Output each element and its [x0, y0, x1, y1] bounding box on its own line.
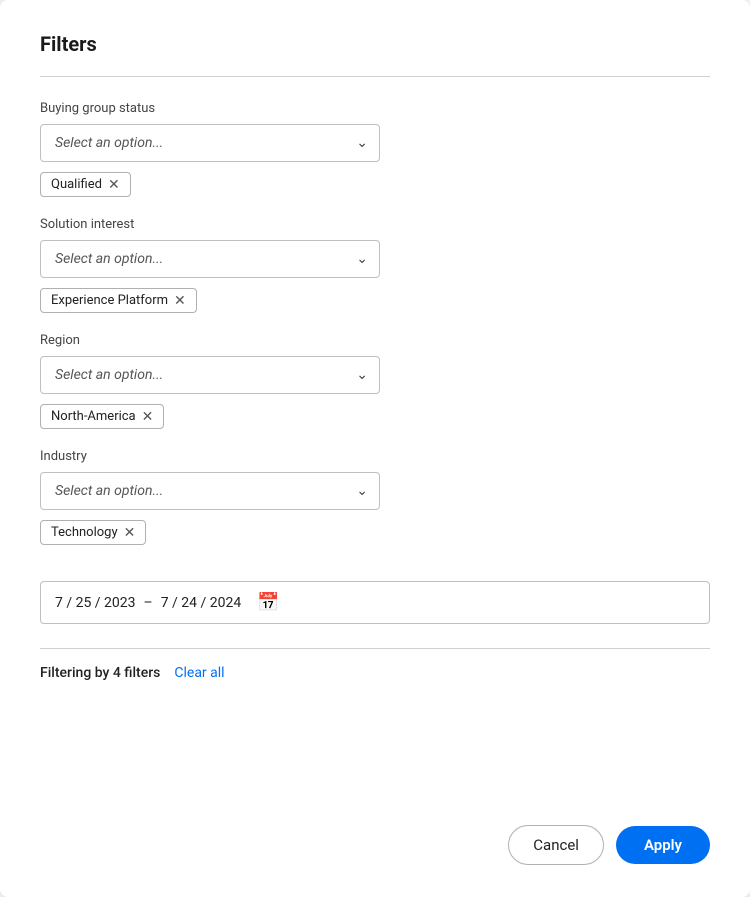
solution-interest-select[interactable]: Select an option...: [40, 240, 380, 278]
buying-group-status-label: Buying group status: [40, 101, 710, 116]
region-label: Region: [40, 333, 710, 348]
solution-interest-label: Solution interest: [40, 217, 710, 232]
qualified-tag: Qualified ✕: [40, 172, 131, 197]
technology-tag-label: Technology: [51, 525, 118, 540]
spacer: [40, 681, 710, 793]
footer-divider: [40, 648, 710, 649]
region-select[interactable]: Select an option...: [40, 356, 380, 394]
date-range-picker[interactable]: 7 / 25 / 2023 – 7 / 24 / 2024 📅: [40, 581, 710, 624]
modal-title: Filters: [40, 32, 710, 56]
region-select-wrapper: Select an option... ⌄: [40, 356, 380, 394]
experience-platform-tag: Experience Platform ✕: [40, 288, 197, 313]
experience-platform-tag-remove[interactable]: ✕: [174, 294, 186, 308]
north-america-tag-remove[interactable]: ✕: [142, 410, 154, 424]
qualified-tag-remove[interactable]: ✕: [108, 178, 120, 192]
apply-button[interactable]: Apply: [616, 826, 710, 864]
industry-select[interactable]: Select an option...: [40, 472, 380, 510]
date-range-separator: –: [144, 595, 153, 611]
technology-tag-remove[interactable]: ✕: [124, 526, 136, 540]
industry-select-wrapper: Select an option... ⌄: [40, 472, 380, 510]
cancel-button[interactable]: Cancel: [508, 825, 604, 865]
action-row: Cancel Apply: [40, 825, 710, 865]
north-america-tag: North-America ✕: [40, 404, 164, 429]
industry-label: Industry: [40, 449, 710, 464]
solution-interest-section: Solution interest Select an option... ⌄ …: [40, 217, 710, 313]
industry-section: Industry Select an option... ⌄ Technolog…: [40, 449, 710, 545]
buying-group-status-select[interactable]: Select an option...: [40, 124, 380, 162]
date-range-start: 7 / 25 / 2023: [55, 595, 136, 611]
date-range-end: 7 / 24 / 2024: [161, 595, 242, 611]
solution-interest-tags: Experience Platform ✕: [40, 288, 710, 313]
buying-group-status-section: Buying group status Select an option... …: [40, 101, 710, 197]
region-tags: North-America ✕: [40, 404, 710, 429]
experience-platform-tag-label: Experience Platform: [51, 293, 168, 308]
clear-all-button[interactable]: Clear all: [174, 665, 224, 681]
filtering-by-text: Filtering by 4 filters: [40, 665, 160, 681]
region-section: Region Select an option... ⌄ North-Ameri…: [40, 333, 710, 429]
north-america-tag-label: North-America: [51, 409, 136, 424]
technology-tag: Technology ✕: [40, 520, 146, 545]
title-divider: [40, 76, 710, 77]
solution-interest-select-wrapper: Select an option... ⌄: [40, 240, 380, 278]
footer-row: Filtering by 4 filters Clear all: [40, 665, 710, 681]
filters-modal: Filters Buying group status Select an op…: [0, 0, 750, 897]
buying-group-status-select-wrapper: Select an option... ⌄: [40, 124, 380, 162]
industry-tags: Technology ✕: [40, 520, 710, 545]
buying-group-status-tags: Qualified ✕: [40, 172, 710, 197]
qualified-tag-label: Qualified: [51, 177, 102, 192]
calendar-icon[interactable]: 📅: [257, 592, 279, 613]
